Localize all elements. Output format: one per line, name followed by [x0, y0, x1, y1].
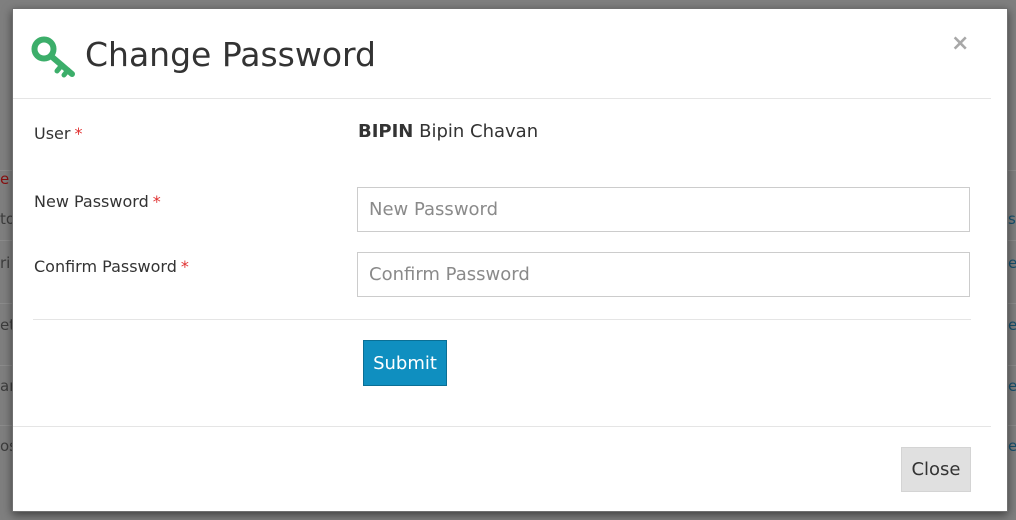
- user-label-text: User: [34, 124, 71, 143]
- background-text: ri: [0, 254, 11, 272]
- background-link: e: [1008, 254, 1016, 272]
- background-text: e: [0, 170, 10, 188]
- required-marker: *: [180, 257, 189, 276]
- confirm-password-label: Confirm Password *: [34, 257, 189, 276]
- required-marker: *: [152, 192, 161, 211]
- new-password-label-text: New Password: [34, 192, 149, 211]
- change-password-dialog: Change Password × User * BIPIN Bipin Chav…: [12, 8, 1008, 512]
- dialog-title: Change Password: [85, 35, 376, 74]
- close-button[interactable]: Close: [901, 447, 971, 492]
- background-text: et: [0, 316, 12, 334]
- background-link: e: [1008, 377, 1016, 395]
- background-text: ar: [0, 377, 12, 395]
- dialog-header: Change Password ×: [13, 9, 991, 99]
- background-link: e: [1008, 437, 1016, 455]
- close-icon[interactable]: ×: [951, 31, 969, 57]
- new-password-label: New Password *: [34, 192, 161, 211]
- confirm-password-label-text: Confirm Password: [34, 257, 177, 276]
- required-marker: *: [74, 124, 83, 143]
- user-code: BIPIN: [358, 121, 414, 142]
- background-link: e: [1008, 316, 1016, 334]
- background-link: s: [1008, 210, 1016, 228]
- background-text: os: [0, 437, 12, 455]
- user-label: User *: [34, 124, 82, 143]
- key-icon: [31, 36, 75, 78]
- form-divider: [33, 319, 971, 320]
- confirm-password-field[interactable]: [357, 252, 970, 297]
- background-text: to: [0, 210, 12, 228]
- user-name: Bipin Chavan: [419, 121, 539, 142]
- dialog-footer-divider: [13, 426, 991, 427]
- user-value: BIPIN Bipin Chavan: [358, 121, 538, 142]
- submit-button[interactable]: Submit: [363, 340, 447, 386]
- new-password-field[interactable]: [357, 187, 970, 232]
